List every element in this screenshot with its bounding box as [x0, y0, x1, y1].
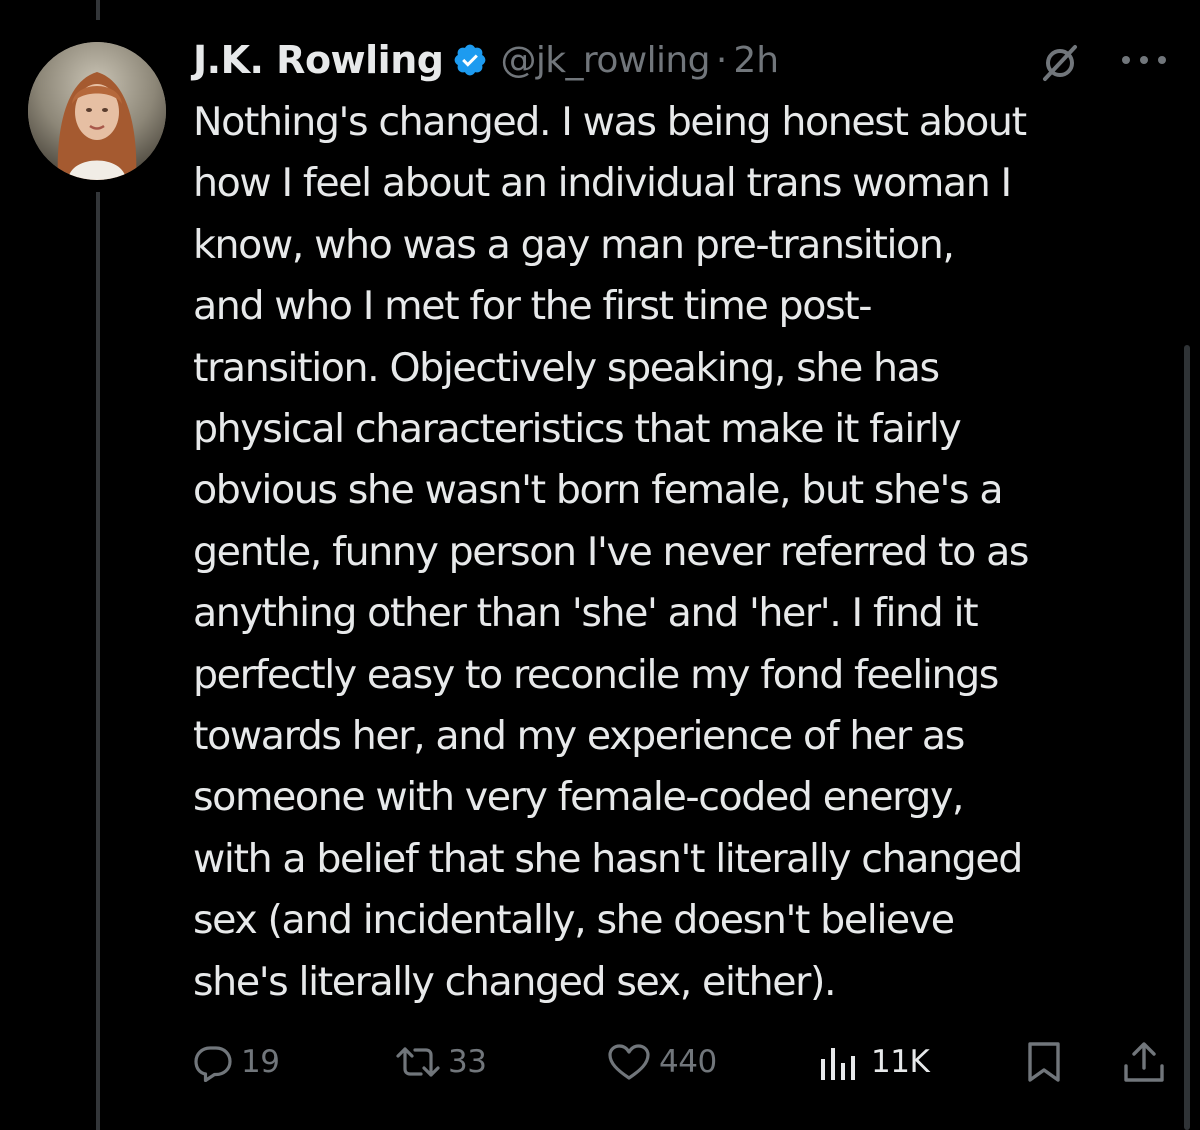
tweet-text-line: towards her, and my experience of her as: [193, 713, 965, 760]
views-count: 11K: [871, 1044, 930, 1080]
tweet-text-line: how I feel about an individual trans wom…: [193, 160, 1012, 207]
tweet-timestamp[interactable]: 2h: [733, 40, 779, 81]
tweet-text-line: know, who was a gay man pre-transition,: [193, 221, 955, 268]
tweet-text-line: physical characteristics that make it fa…: [193, 406, 962, 453]
tweet-text: Nothing's changed. I was being honest ab…: [193, 92, 1168, 1013]
author-avatar-photo: [28, 42, 166, 180]
verified-badge-icon[interactable]: [452, 42, 488, 78]
bookmark-icon: [1028, 1042, 1060, 1082]
tweet-text-line: she's literally changed sex, either).: [193, 958, 837, 1005]
like-count: 440: [659, 1044, 717, 1080]
thread-line-bottom: [96, 192, 100, 1130]
tweet-text-line: Nothing's changed. I was being honest ab…: [193, 99, 1027, 145]
tweet-text-line: with a belief that she hasn't literally …: [193, 835, 1023, 882]
like-button[interactable]: 440: [607, 1034, 717, 1090]
thread-line-top: [96, 0, 100, 20]
scrollbar[interactable]: [1184, 345, 1190, 1130]
tweet-text-line: anything other than 'she' and 'her'. I f…: [193, 590, 979, 637]
share-icon: [1124, 1042, 1164, 1082]
repost-count: 33: [448, 1044, 487, 1080]
tweet-text-line: someone with very female-coded energy,: [193, 774, 964, 821]
views-button[interactable]: 11K: [817, 1034, 930, 1090]
author-handle[interactable]: @jk_rowling: [500, 40, 710, 81]
repost-icon: [396, 1047, 440, 1077]
tweet-text-line: and who I met for the first time post-: [193, 283, 873, 330]
tweet-header: J.K. Rowling @jk_rowling · 2h: [193, 32, 779, 88]
repost-button[interactable]: 33: [396, 1034, 487, 1090]
author-display-name[interactable]: J.K. Rowling: [193, 38, 444, 82]
tweet-text-line: perfectly easy to reconcile my fond feel…: [193, 651, 999, 698]
more-options-icon[interactable]: [1118, 48, 1170, 72]
tweet-actions-bar: 19 33 440 11K: [0, 1034, 1200, 1090]
tweet-text-line: sex (and incidentally, she doesn't belie…: [193, 897, 955, 944]
tweet-text-line: transition. Objectively speaking, she ha…: [193, 344, 940, 391]
reply-count: 19: [241, 1044, 280, 1080]
views-chart-icon: [821, 1048, 855, 1080]
tweet-text-line: gentle, funny person I've never referred…: [193, 528, 1029, 575]
tweet-text-line: obvious she wasn't born female, but she'…: [193, 467, 1004, 514]
share-button[interactable]: [1122, 1034, 1166, 1090]
header-separator: ·: [715, 39, 728, 81]
reply-button[interactable]: 19: [193, 1034, 280, 1090]
bookmark-button[interactable]: [1024, 1034, 1064, 1090]
grok-icon[interactable]: [1040, 42, 1080, 82]
avatar[interactable]: [28, 42, 166, 180]
reply-icon: [194, 1046, 232, 1082]
like-heart-icon: [608, 1044, 650, 1080]
